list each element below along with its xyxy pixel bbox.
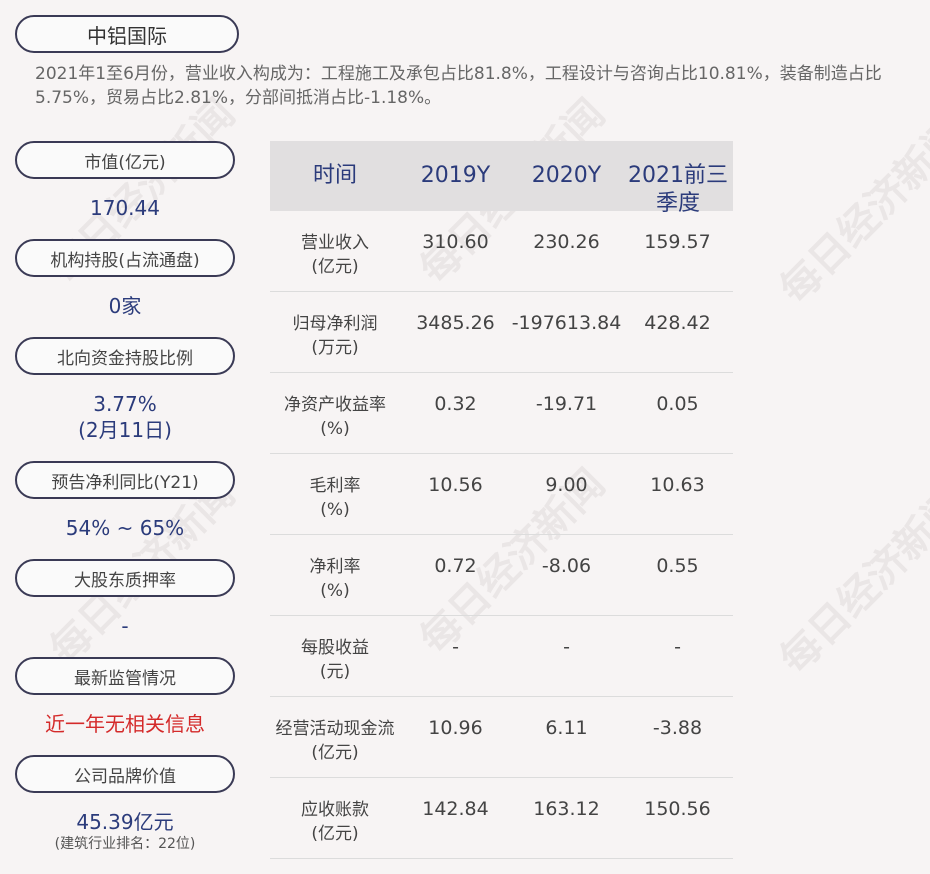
table-row: 净资产收益率 (%) 0.32 -19.71 0.05 (270, 373, 733, 454)
row-label: 净资产收益率 (%) (270, 393, 400, 441)
northbound-label: 北向资金持股比例 (15, 337, 235, 375)
market-cap-value: 170.44 (90, 196, 160, 220)
brand-label: 公司品牌价值 (15, 755, 235, 793)
table-cell: 10.63 (650, 474, 705, 496)
row-label-text: 净资产收益率 (284, 395, 386, 415)
row-label-unit: (万元) (311, 338, 359, 358)
table-row: 毛利率 (%) 10.56 9.00 10.63 (270, 454, 733, 535)
table-cell: 310.60 (422, 231, 489, 253)
forecast-value: 54% ~ 65% (65, 516, 185, 540)
table-cell: 163.12 (533, 798, 600, 820)
row-label-unit: (亿元) (311, 743, 359, 763)
table-cell: 150.56 (644, 798, 711, 820)
row-label: 毛利率 (%) (270, 474, 400, 522)
row-label-text: 经营活动现金流 (275, 719, 395, 739)
forecast-label: 预告净利同比(Y21) (15, 461, 235, 499)
table-cell: 142.84 (422, 798, 489, 820)
table-cell: - (563, 636, 570, 658)
row-label-unit: (%) (320, 419, 350, 439)
table-cell: - (674, 636, 681, 658)
header-2019: 2019Y (420, 163, 491, 188)
market-cap-label: 市值(亿元) (15, 141, 235, 179)
table-cell: 159.57 (644, 231, 711, 253)
row-label: 应收账款 (亿元) (270, 798, 400, 846)
header-time: 时间 (312, 163, 357, 188)
row-label-unit: (亿元) (311, 824, 359, 844)
table-row: 营业收入 (亿元) 310.60 230.26 159.57 (270, 211, 733, 292)
row-label-text: 毛利率 (309, 476, 361, 496)
table-cell: 10.56 (428, 474, 483, 496)
watermark: 每日经济新闻 (771, 110, 930, 313)
table-cell: - (452, 636, 459, 658)
header-2021q3: 2021前三季度 (628, 163, 728, 216)
table-cell: 9.00 (545, 474, 588, 496)
table-cell: 6.11 (545, 717, 588, 739)
northbound-value: 3.77% (93, 392, 157, 416)
row-label: 经营活动现金流 (亿元) (270, 717, 400, 765)
table-cell: 10.96 (428, 717, 483, 739)
regulation-label: 最新监管情况 (15, 657, 235, 695)
row-label: 净利率 (%) (270, 555, 400, 603)
brand-value: 45.39亿元 (76, 810, 174, 834)
regulation-value: 近一年无相关信息 (45, 712, 205, 736)
row-label-unit: (亿元) (311, 257, 359, 277)
row-label-text: 应收账款 (301, 800, 369, 820)
table-cell: -8.06 (541, 555, 592, 577)
table-cell: 3485.26 (416, 312, 495, 334)
row-label: 营业收入 (亿元) (270, 231, 400, 279)
row-label-text: 每股收益 (301, 638, 369, 658)
table-row: 每股收益 (元) - - - (270, 616, 733, 697)
company-title: 中铝国际 (15, 15, 239, 53)
row-label-unit: (%) (320, 581, 350, 601)
financial-table: 时间 2019Y 2020Y 2021前三季度 营业收入 (亿元) 310.60 23… (270, 141, 733, 859)
institution-value: 0家 (108, 294, 142, 318)
table-cell: 0.32 (434, 393, 477, 415)
pledge-value: - (121, 614, 129, 638)
table-cell: 230.26 (533, 231, 600, 253)
row-label-text: 营业收入 (301, 233, 369, 253)
table-cell: 0.72 (434, 555, 477, 577)
table-row: 经营活动现金流 (亿元) 10.96 6.11 -3.88 (270, 697, 733, 778)
revenue-summary: 2021年1至6月份，营业收入构成为：工程施工及承包占比81.8%，工程设计与咨… (35, 64, 882, 108)
institution-label: 机构持股(占流通盘) (15, 239, 235, 277)
row-label-unit: (元) (319, 662, 351, 682)
table-row: 净利率 (%) 0.72 -8.06 0.55 (270, 535, 733, 616)
row-label-text: 净利率 (309, 557, 361, 577)
watermark: 每日经济新闻 (771, 480, 930, 683)
brand-rank: (建筑行业排名：22位) (54, 836, 196, 852)
row-label-unit: (%) (320, 500, 350, 520)
table-cell: -197613.84 (511, 312, 622, 334)
pledge-label: 大股东质押率 (15, 559, 235, 597)
table-row: 归母净利润 (万元) 3485.26 -197613.84 428.42 (270, 292, 733, 373)
row-label: 归母净利润 (万元) (270, 312, 400, 360)
row-label: 每股收益 (元) (270, 636, 400, 684)
table-cell: -3.88 (652, 717, 703, 739)
northbound-date: (2月11日) (78, 418, 172, 442)
header-2020: 2020Y (531, 163, 602, 188)
table-cell: -19.71 (535, 393, 598, 415)
table-cell: 0.55 (656, 555, 699, 577)
table-cell: 0.05 (656, 393, 699, 415)
row-label-text: 归母净利润 (292, 314, 378, 334)
table-cell: 428.42 (644, 312, 711, 334)
table-row: 应收账款 (亿元) 142.84 163.12 150.56 (270, 778, 733, 859)
table-header: 时间 2019Y 2020Y 2021前三季度 (270, 141, 733, 216)
